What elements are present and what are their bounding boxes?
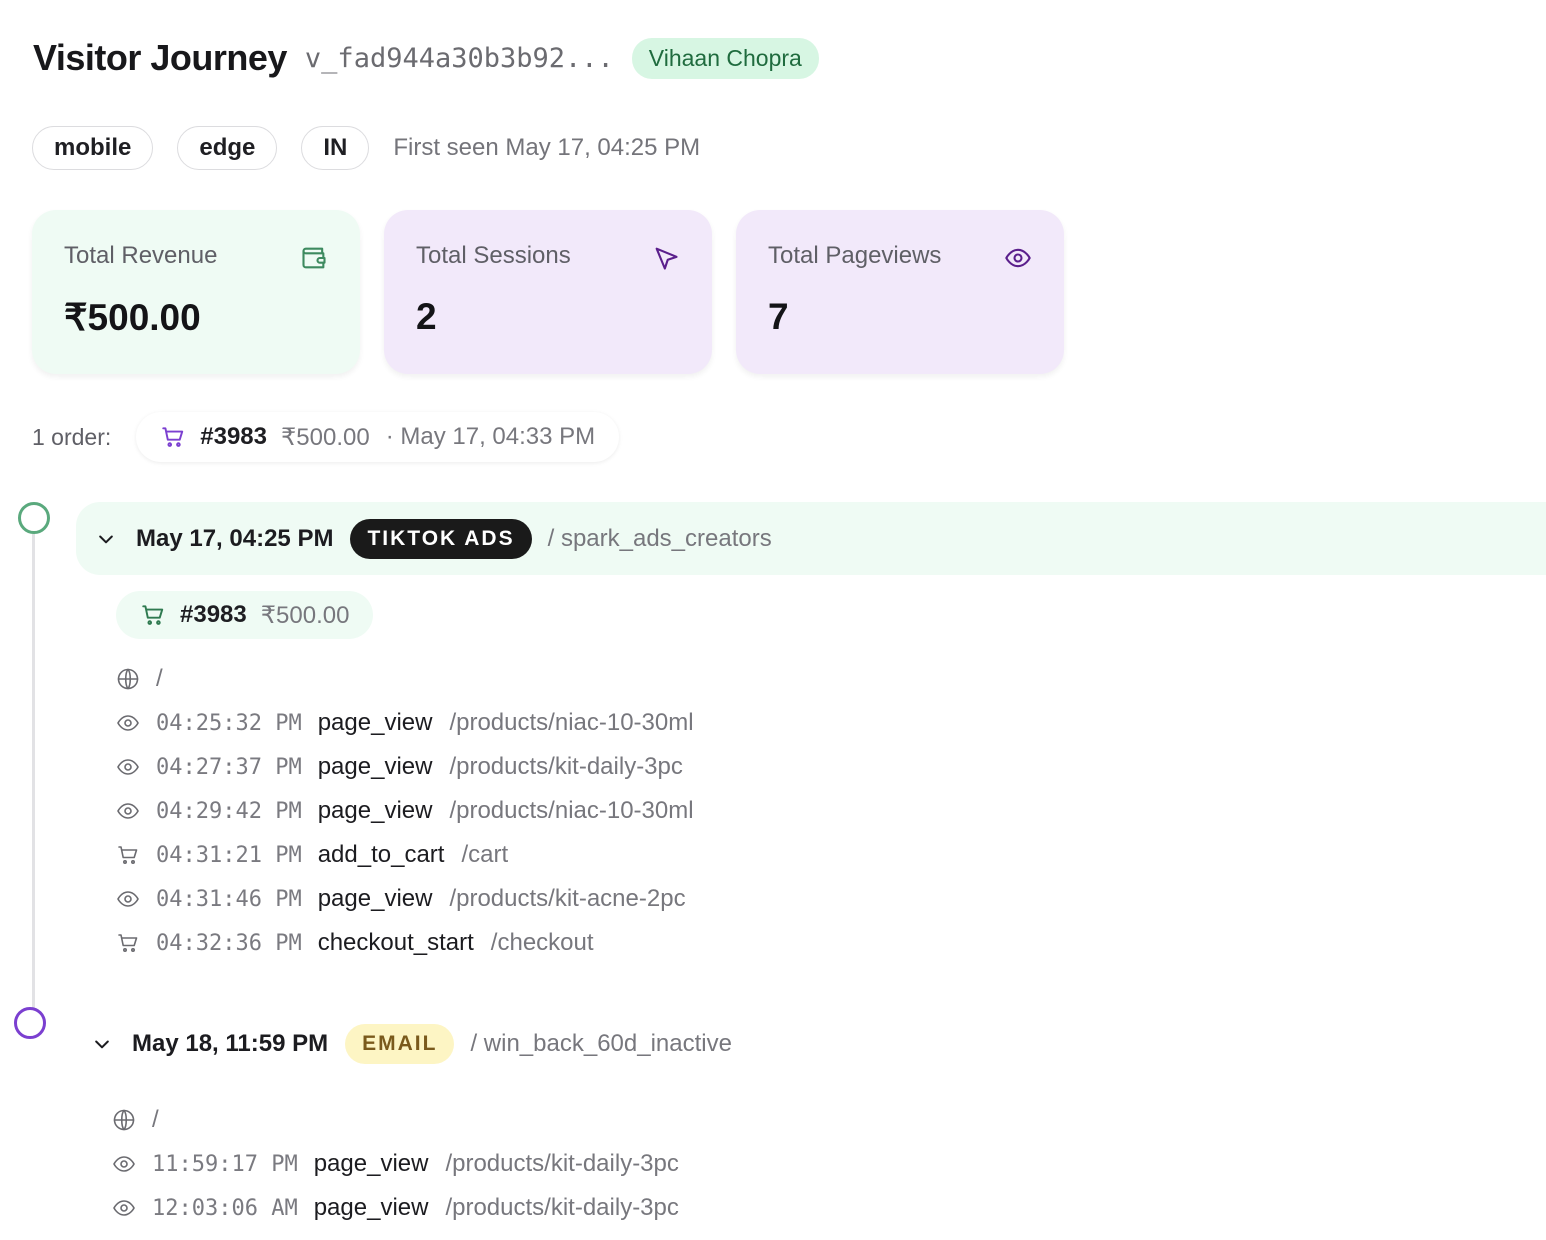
- visitor-name-badge: Vihaan Chopra: [631, 37, 819, 79]
- card-label: Total Sessions: [416, 242, 571, 269]
- event-name: page_view: [317, 885, 433, 912]
- order-pill[interactable]: #3983 ₹500.00 · May 17, 04:33 PM: [136, 412, 620, 462]
- visitor-id[interactable]: v_fad944a30b3b92...: [305, 43, 614, 74]
- eye-icon: [117, 803, 139, 819]
- event-time: 04:31:46 PM: [156, 886, 302, 912]
- event-time: 04:32:36 PM: [156, 930, 302, 956]
- timeline-line: [32, 532, 35, 1010]
- source-badge: TIKTOK ADS: [350, 518, 532, 559]
- event-name: page_view: [317, 753, 433, 780]
- session-header-2[interactable]: May 18, 11:59 PM EMAIL / win_back_60d_in…: [72, 1007, 732, 1080]
- card-label: Total Pageviews: [768, 242, 942, 269]
- cart-icon: [118, 846, 138, 864]
- stat-cards: Total Revenue ₹500.00 Total Sessions 2 T…: [32, 210, 1088, 374]
- event-row: 04:27:37 PM page_view /products/kit-dail…: [116, 745, 694, 789]
- event-path: /products/niac-10-30ml: [449, 797, 694, 824]
- card-value: 7: [768, 296, 789, 337]
- cart-icon: [118, 934, 138, 952]
- eye-icon: [113, 1156, 135, 1172]
- source-badge: EMAIL: [345, 1023, 455, 1064]
- event-path: /cart: [461, 841, 509, 868]
- campaign-name: / win_back_60d_inactive: [470, 1029, 732, 1057]
- eye-icon: [113, 1200, 135, 1216]
- event-row: 04:31:46 PM page_view /products/kit-acne…: [116, 877, 694, 921]
- orders-summary: 1 order: #3983 ₹500.00 · May 17, 04:33 P…: [32, 412, 620, 462]
- event-row: 04:29:42 PM page_view /products/niac-10-…: [116, 789, 694, 833]
- event-time: 11:59:17 PM: [152, 1151, 298, 1177]
- session-events-2: / 11:59:17 PM page_view /products/kit-da…: [112, 1098, 679, 1230]
- order-number: #3983: [200, 423, 268, 450]
- session-date: May 17, 04:25 PM: [136, 524, 334, 552]
- event-path: /products/kit-daily-3pc: [445, 1194, 679, 1221]
- event-row: 04:31:21 PM add_to_cart /cart: [116, 833, 694, 877]
- device-chip: mobile: [32, 126, 154, 170]
- session-order-chip[interactable]: #3983 ₹500.00: [116, 591, 374, 639]
- landing-path: /: [156, 665, 163, 692]
- event-path: /products/kit-daily-3pc: [449, 753, 683, 780]
- campaign-name: / spark_ads_creators: [547, 524, 772, 552]
- browser-chip: edge: [177, 126, 278, 170]
- landing-page-row: /: [116, 657, 694, 701]
- globe-icon: [117, 668, 139, 690]
- order-amount: ₹500.00: [260, 601, 350, 629]
- event-path: /checkout: [490, 929, 594, 956]
- event-name: page_view: [313, 1194, 429, 1221]
- event-row: 04:32:36 PM checkout_start /checkout: [116, 921, 694, 965]
- eye-icon: [117, 759, 139, 775]
- country-chip: IN: [301, 126, 370, 170]
- visitor-attributes: mobile edge IN First seen May 17, 04:25 …: [32, 126, 700, 170]
- event-time: 04:29:42 PM: [156, 798, 302, 824]
- wallet-icon: [302, 247, 326, 269]
- first-seen-text: First seen May 17, 04:25 PM: [393, 134, 701, 161]
- event-time: 04:27:37 PM: [156, 754, 302, 780]
- total-pageviews-card: Total Pageviews 7: [736, 210, 1064, 374]
- event-time: 04:31:21 PM: [156, 842, 302, 868]
- session-events-1: / 04:25:32 PM page_view /products/niac-1…: [116, 657, 694, 965]
- event-row: 12:03:06 AM page_view /products/kit-dail…: [112, 1186, 679, 1230]
- chevron-down-icon[interactable]: [92, 1034, 112, 1054]
- landing-path: /: [152, 1106, 159, 1133]
- order-amount: ₹500.00: [281, 423, 370, 451]
- eye-icon: [117, 891, 139, 907]
- event-name: checkout_start: [317, 929, 474, 956]
- event-name: add_to_cart: [317, 841, 445, 868]
- globe-icon: [113, 1109, 135, 1131]
- card-label: Total Revenue: [64, 242, 218, 269]
- cart-icon: [142, 605, 164, 625]
- page-header: Visitor Journey v_fad944a30b3b92... Viha…: [33, 36, 819, 80]
- event-time: 12:03:06 AM: [152, 1195, 298, 1221]
- event-name: page_view: [317, 797, 433, 824]
- event-row: 04:25:32 PM page_view /products/niac-10-…: [116, 701, 694, 745]
- chevron-down-icon[interactable]: [96, 529, 116, 549]
- cursor-icon: [655, 247, 678, 270]
- event-name: page_view: [313, 1150, 429, 1177]
- timeline-node-session-2: [14, 1007, 46, 1039]
- card-value: ₹500.00: [64, 297, 201, 338]
- order-date: · May 17, 04:33 PM: [385, 423, 596, 450]
- event-path: /products/kit-daily-3pc: [445, 1150, 679, 1177]
- order-number: #3983: [180, 601, 247, 628]
- session-date: May 18, 11:59 PM: [132, 1029, 329, 1057]
- event-name: page_view: [317, 709, 433, 736]
- session-header-1[interactable]: May 17, 04:25 PM TIKTOK ADS / spark_ads_…: [76, 502, 1546, 575]
- timeline-node-session-1: [18, 502, 50, 534]
- cart-icon: [162, 427, 184, 447]
- eye-icon: [1005, 248, 1031, 268]
- event-path: /products/niac-10-30ml: [449, 709, 694, 736]
- event-time: 04:25:32 PM: [156, 710, 302, 736]
- orders-count-label: 1 order:: [32, 423, 112, 450]
- card-value: 2: [416, 296, 437, 337]
- total-revenue-card: Total Revenue ₹500.00: [32, 210, 360, 374]
- event-row: 11:59:17 PM page_view /products/kit-dail…: [112, 1142, 679, 1186]
- total-sessions-card: Total Sessions 2: [384, 210, 712, 374]
- eye-icon: [117, 715, 139, 731]
- page-title: Visitor Journey: [33, 37, 287, 78]
- landing-page-row: /: [112, 1098, 679, 1142]
- event-path: /products/kit-acne-2pc: [449, 885, 686, 912]
